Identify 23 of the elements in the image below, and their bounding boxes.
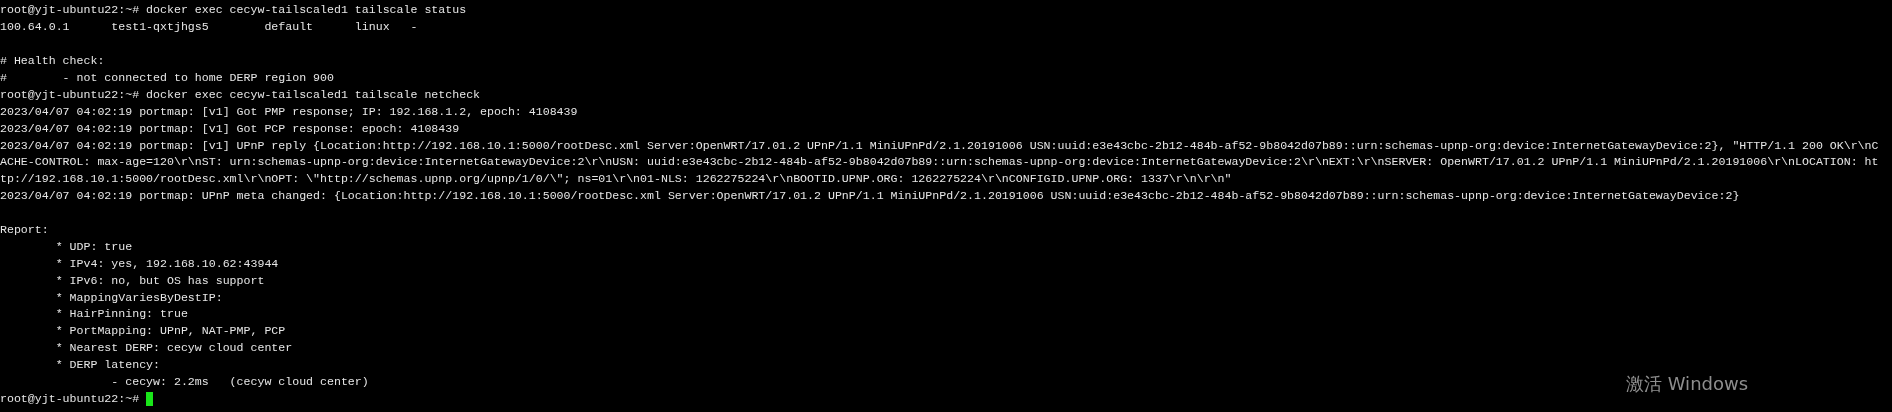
terminal-line: - cecyw: 2.2ms (cecyw cloud center) — [110, 375, 369, 390]
terminal-line: Report: — [0, 223, 49, 237]
terminal-line: 2023/04/07 04:02:19 portmap: [v1] UPnP reply {Location:http://192.168.10.1:5000/rootDesc.xml Server:OpenWRT/17.01.2 UPnP/1.1 MiniUPnPd/2.1.20191006 USN:uuid:e3e43cbc-2b12-484b-af52-9b8042d07b89::urn:schemas-upnp-org:device:InternetGatewayDevice:2}, "HTTP/1.1 200 OK\r\nC — [0, 138, 1879, 153]
terminal-line: # - not connected to home DERP region 900 — [0, 71, 334, 85]
terminal-line: 100.64.0.1 test1-qxtjhgs5 default linux - — [0, 20, 418, 35]
terminal-line: * UDP: true — [54, 239, 133, 254]
terminal-line: * HairPinning: true — [54, 307, 188, 322]
terminal-line: root@yjt-ubuntu22:~# docker exec cecyw-tailscaled1 tailscale netcheck — [0, 87, 481, 102]
terminal-line: ACHE-CONTROL: max-age=120\r\nST: urn:schemas-upnp-org:device:InternetGatewayDevice:2\r\nUSN: uuid:e3e43cbc-2b12-484b-af52-9b8042d07b89::urn:schemas-upnp-org:device:InternetGatewayDevice:2\r\nEXT:\r\nSERVER: OpenWRT/17.01.2 UPnP/1.1 MiniUPnPd/2.1.20191006\r\nLOCATION: ht — [0, 155, 1879, 170]
terminal-line: root@yjt-ubuntu22:~# docker exec cecyw-tailscaled1 tailscale status — [0, 3, 467, 18]
terminal-line: * PortMapping: UPnP, NAT-PMP, PCP — [54, 324, 286, 339]
terminal-line: * DERP latency: — [54, 358, 161, 373]
terminal-line: * MappingVariesByDestIP: — [54, 290, 223, 305]
terminal-line: 2023/04/07 04:02:19 portmap: UPnP meta changed: {Location:http://192.168.10.1:5000/rootDesc.xml Server:OpenWRT/17.01.2 UPnP/1.1 MiniUPnPd/2.1.20191006 USN:uuid:e3e43cbc-2b12-484b-af52-9b8042d07b89::urn:schemas-upnp-org:device:InternetGatewayDevice:2} — [0, 189, 1740, 204]
terminal-line: root@yjt-ubuntu22:~# — [0, 391, 140, 406]
terminal-line: * Nearest DERP: cecyw cloud center — [54, 341, 293, 356]
terminal-line: # Health check: — [0, 54, 105, 69]
terminal-line: * IPv6: no, but OS has support — [54, 273, 265, 288]
terminal-line: * IPv4: yes, 192.168.10.62:43944 — [54, 256, 279, 271]
terminal-line: tp://192.168.10.1:5000/rootDesc.xml\r\nOPT: \"http://schemas.upnp.org/upnp/1/0/\"; ns=01\r\n01-NLS: 1262275224\r\nBOOTID.UPNP.ORG: 1262275224\r\nCONFIGID.UPNP.ORG: 1337\r\n\r\n" — [0, 172, 1232, 187]
activation-notice: 激活 Windows — [1626, 372, 1749, 396]
terminal-line: 2023/04/07 04:02:19 portmap: [v1] Got PCP response: epoch: 4108439 — [0, 121, 460, 136]
terminal-line: 2023/04/07 04:02:19 portmap: [v1] Got PMP response; IP: 192.168.1.2, epoch: 4108439 — [0, 104, 578, 119]
